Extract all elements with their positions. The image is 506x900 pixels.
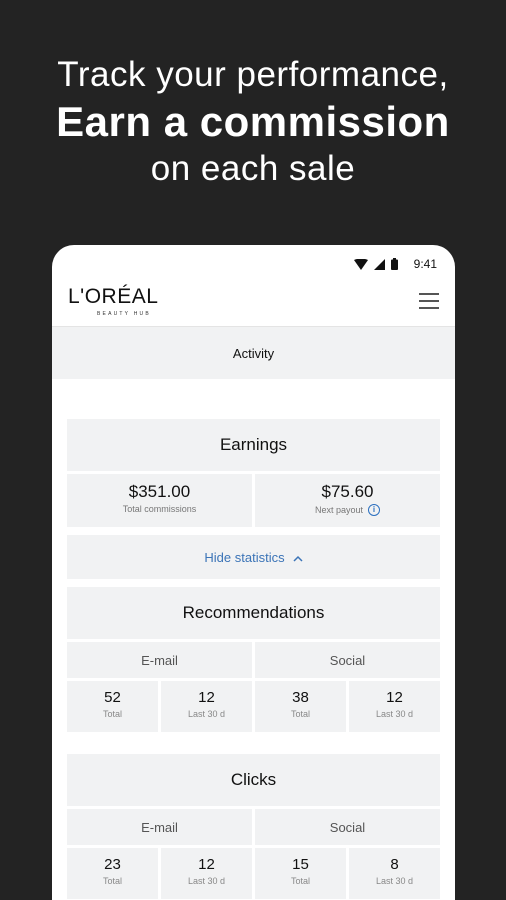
total-commissions: $351.00 Total commissions [67,474,252,527]
stat-value: 12 [198,689,215,706]
stat-label: Last 30 d [375,709,414,719]
info-icon[interactable]: i [368,504,381,516]
stat-cell: 12 Last 30 d [161,681,252,732]
recommendations-card: Recommendations E-mail Social 52 Total 1… [67,587,440,732]
stat-value: 38 [292,689,309,706]
clicks-stats: 23 Total 12 Last 30 d 15 Total 8 Last 30… [67,848,440,899]
promo-line-1: Track your performance, [57,55,449,94]
wifi-icon [353,258,368,270]
signal-icon [373,258,385,270]
stat-cell: 38 Total [255,681,346,732]
stat-label: Last 30 d [187,709,226,719]
activity-tab[interactable]: Activity [52,327,455,379]
chevron-up-icon [293,555,303,562]
earnings-row: $351.00 Total commissions $75.60 Next pa… [67,474,440,527]
hamburger-menu-icon[interactable] [419,293,439,309]
stat-cell: 52 Total [67,681,158,732]
stat-cell: 23 Total [67,848,158,899]
total-commissions-label: Total commissions [122,504,197,514]
stat-value: 52 [104,689,121,706]
recommendations-social-header: Social [255,642,440,678]
app-header: L'ORÉAL BEAUTY HUB [52,281,455,327]
promo-line-2: Earn a commission [56,98,450,145]
stat-label: Total [102,876,122,886]
recommendations-stats: 52 Total 12 Last 30 d 38 Total 12 Last 3… [67,681,440,732]
recommendations-email-header: E-mail [67,642,252,678]
stat-value: 8 [390,856,399,873]
next-payout: $75.60 Next payout i [255,474,440,527]
promo-headline: Track your performance, Earn a commissio… [0,52,506,192]
stat-value: 23 [104,856,121,873]
status-icons: 9:41 [353,257,437,271]
main-content: Earnings $351.00 Total commissions $75.6… [52,379,455,899]
stat-value: 12 [386,689,403,706]
stat-label: Total [290,709,310,719]
clicks-email-header: E-mail [67,809,252,845]
clicks-social-header: Social [255,809,440,845]
activity-label: Activity [232,345,275,361]
stat-value: 12 [198,856,215,873]
clicks-channels: E-mail Social [67,809,440,845]
stat-label: Last 30 d [187,876,226,886]
promo-line-3: on each sale [150,149,356,188]
stat-value: 15 [292,856,309,873]
total-commissions-value: $351.00 [128,482,191,501]
clicks-card: Clicks E-mail Social 23 Total 12 Last 30… [67,754,440,899]
stat-label: Total [290,876,310,886]
status-time: 9:41 [413,257,437,271]
status-bar: 9:41 [52,245,455,281]
earnings-title: Earnings [219,435,288,454]
phone-screen: 9:41 L'ORÉAL BEAUTY HUB Activity Earning… [52,245,455,900]
brand-name: L'ORÉAL [68,285,159,308]
stat-label: Total [102,709,122,719]
stat-cell: 12 Last 30 d [349,681,440,732]
brand-subtitle: BEAUTY HUB [97,311,151,317]
clicks-title: Clicks [230,770,277,789]
next-payout-label: Next payout [314,505,364,515]
brand-logo[interactable]: L'ORÉAL BEAUTY HUB [68,285,159,317]
hide-statistics-button[interactable]: Hide statistics [67,535,440,579]
battery-icon [390,258,398,270]
next-payout-value: $75.60 [321,482,374,501]
hide-statistics-label: Hide statistics [204,549,285,565]
stat-cell: 12 Last 30 d [161,848,252,899]
stat-cell: 15 Total [255,848,346,899]
recommendations-channels: E-mail Social [67,642,440,678]
stat-cell: 8 Last 30 d [349,848,440,899]
earnings-card: Earnings $351.00 Total commissions $75.6… [67,419,440,527]
stat-label: Last 30 d [375,876,414,886]
recommendations-title: Recommendations [182,603,325,622]
